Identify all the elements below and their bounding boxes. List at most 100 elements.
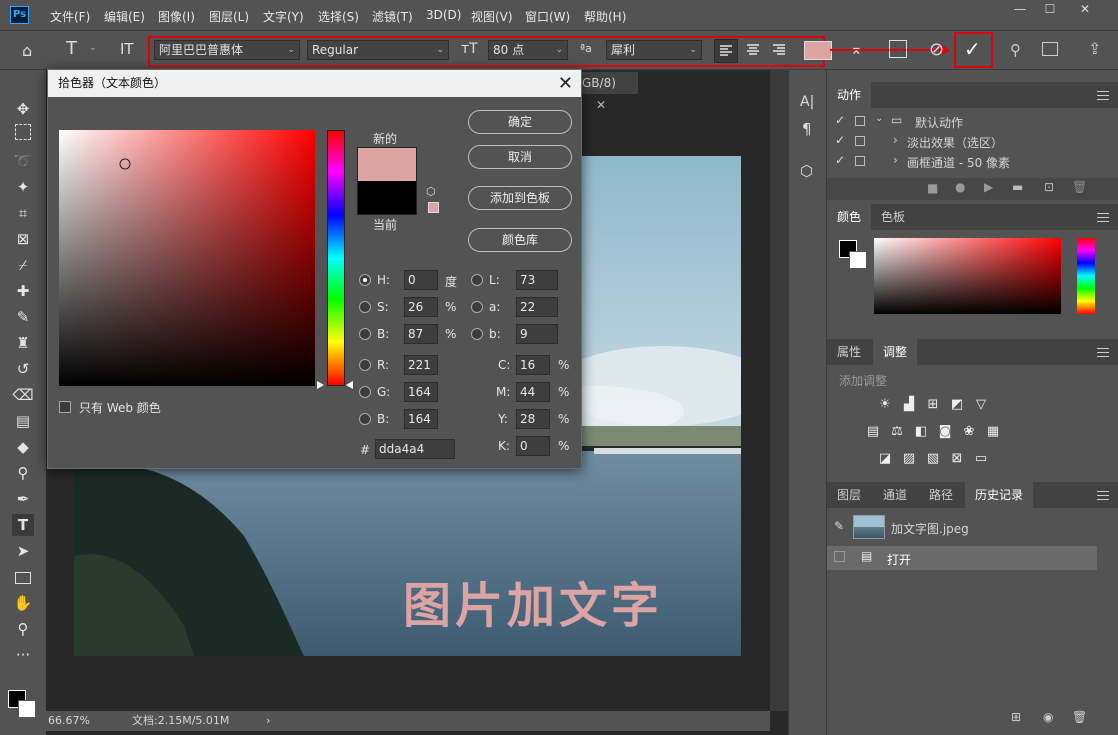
search-icon[interactable]: ⚲ bbox=[1010, 41, 1021, 59]
menu-edit[interactable]: 编辑(E) bbox=[104, 8, 145, 25]
tab-adjustments[interactable]: 调整 bbox=[873, 339, 918, 365]
menu-layer[interactable]: 图层(L) bbox=[209, 8, 249, 25]
channel-mixer-icon[interactable]: ❀ bbox=[961, 425, 977, 439]
check-icon[interactable]: ✓ bbox=[835, 113, 845, 127]
menu-image[interactable]: 图像(I) bbox=[158, 8, 195, 25]
photo-filter-icon[interactable]: ◙ bbox=[937, 425, 953, 439]
g-radio[interactable] bbox=[359, 386, 371, 398]
current-color-swatch[interactable] bbox=[357, 181, 417, 215]
document-tab[interactable]: GB/8) ✕ bbox=[578, 72, 638, 112]
color-lookup-icon[interactable]: ▦ bbox=[985, 425, 1001, 439]
dialog-toggle-icon[interactable] bbox=[855, 136, 865, 146]
menu-type[interactable]: 文字(Y) bbox=[263, 8, 304, 25]
zoom-tool-icon[interactable]: ⚲ bbox=[12, 618, 34, 640]
align-left-button[interactable] bbox=[714, 39, 738, 63]
font-family-select[interactable]: 阿里巴巴普惠体 ⌄ bbox=[154, 40, 300, 60]
actions-menu-icon[interactable] bbox=[1097, 91, 1109, 100]
rectangle-tool-icon[interactable] bbox=[15, 572, 31, 584]
dialog-toggle-icon[interactable] bbox=[855, 116, 865, 126]
c-field[interactable]: 16 bbox=[516, 355, 550, 375]
color-ramp[interactable] bbox=[874, 238, 1061, 314]
move-tool-icon[interactable]: ✥ bbox=[12, 98, 34, 120]
dialog-close-button[interactable]: ✕ bbox=[558, 70, 573, 97]
antialias-select[interactable]: 犀利 ⌄ bbox=[606, 40, 702, 60]
text-color-swatch[interactable] bbox=[804, 41, 832, 60]
tab-history[interactable]: 历史记录 bbox=[965, 482, 1034, 508]
g-field[interactable]: 164 bbox=[404, 382, 438, 402]
color-menu-icon[interactable] bbox=[1097, 213, 1109, 222]
invert-icon[interactable]: ◪ bbox=[877, 452, 893, 466]
tab-color[interactable]: 颜色 bbox=[827, 204, 872, 230]
r-field[interactable]: 221 bbox=[404, 355, 438, 375]
lab-b-field[interactable]: 9 bbox=[516, 324, 558, 344]
delete-state-icon[interactable]: 🗑 bbox=[1072, 710, 1087, 724]
stop-icon[interactable]: ■ bbox=[927, 181, 938, 195]
b-radio[interactable] bbox=[359, 328, 371, 340]
hue-slider-right-handle-icon[interactable] bbox=[346, 381, 353, 389]
blue-field[interactable]: 164 bbox=[404, 409, 438, 429]
color-balance-icon[interactable]: ⚖ bbox=[889, 425, 905, 439]
eyedropper-tool-icon[interactable]: ⌿ bbox=[12, 254, 34, 276]
workspace-icon[interactable] bbox=[1042, 42, 1058, 56]
menu-select[interactable]: 选择(S) bbox=[318, 8, 359, 25]
tab-channels[interactable]: 通道 bbox=[873, 482, 917, 508]
list-item[interactable]: ✓ ⌄ ▭ 默认动作 bbox=[827, 112, 1107, 131]
new-document-from-state-icon[interactable]: ⊞ bbox=[1011, 710, 1021, 724]
maximize-button[interactable]: ☐ bbox=[1035, 2, 1065, 20]
adjust-menu-icon[interactable] bbox=[1097, 348, 1109, 357]
m-field[interactable]: 44 bbox=[516, 382, 550, 402]
history-state[interactable]: ▤ 打开 bbox=[827, 546, 1097, 570]
healing-brush-icon[interactable]: ✚ bbox=[12, 280, 34, 302]
black-white-icon[interactable]: ◧ bbox=[913, 425, 929, 439]
ok-button[interactable]: 确定 bbox=[468, 110, 572, 134]
gradient-map-icon[interactable]: ▭ bbox=[973, 452, 989, 466]
levels-icon[interactable]: ▟ bbox=[901, 398, 917, 412]
panel-background-swatch[interactable] bbox=[849, 251, 867, 269]
threshold-icon[interactable]: ▧ bbox=[925, 452, 941, 466]
tab-swatches[interactable]: 色板 bbox=[871, 204, 915, 230]
hue-slider-left-handle-icon[interactable] bbox=[317, 381, 324, 389]
character-panel-icon[interactable] bbox=[889, 40, 907, 58]
list-item[interactable]: ✓ › 淡出效果（选区） bbox=[827, 132, 1107, 151]
share-icon[interactable]: ⇪ bbox=[1088, 39, 1101, 58]
hue-slider[interactable] bbox=[327, 130, 345, 386]
out-of-gamut-cube-icon[interactable]: ⬡ bbox=[426, 185, 436, 198]
hue-saturation-icon[interactable]: ▤ bbox=[865, 425, 881, 439]
stamp-tool-icon[interactable]: ♜ bbox=[12, 332, 34, 354]
3d-panel-button-icon[interactable]: ⬡ bbox=[800, 162, 813, 180]
selective-color-icon[interactable]: ⊠ bbox=[949, 452, 965, 466]
h-radio[interactable] bbox=[359, 274, 371, 286]
history-snapshot[interactable]: ✎ 加文字图.jpeg bbox=[827, 512, 1097, 544]
a-radio[interactable] bbox=[471, 301, 483, 313]
history-brush-checkbox[interactable] bbox=[834, 551, 845, 562]
play-icon[interactable]: ▶ bbox=[984, 180, 993, 194]
menu-window[interactable]: 窗口(W) bbox=[525, 8, 570, 25]
more-tools-icon[interactable]: ··· bbox=[12, 644, 34, 666]
s-field[interactable]: 26 bbox=[404, 297, 438, 317]
type-tool-icon[interactable]: T bbox=[66, 38, 77, 59]
dialog-toggle-icon[interactable] bbox=[855, 156, 865, 166]
pen-tool-icon[interactable]: ✒ bbox=[12, 488, 34, 510]
chevron-down-icon[interactable]: ⌄ bbox=[875, 113, 883, 124]
saturation-brightness-field[interactable] bbox=[59, 130, 315, 386]
gradient-tool-icon[interactable]: ▤ bbox=[12, 410, 34, 432]
check-icon[interactable]: ✓ bbox=[835, 153, 845, 167]
posterize-icon[interactable]: ▨ bbox=[901, 452, 917, 466]
record-icon[interactable]: ● bbox=[955, 180, 965, 194]
camera-icon[interactable]: ◉ bbox=[1043, 710, 1053, 724]
r-radio[interactable] bbox=[359, 359, 371, 371]
type-tool-button-icon[interactable]: T bbox=[12, 514, 34, 536]
b-field[interactable]: 87 bbox=[404, 324, 438, 344]
marquee-tool-icon[interactable] bbox=[15, 124, 31, 140]
font-size-select[interactable]: 80 点 ⌄ bbox=[488, 40, 568, 60]
l-radio[interactable] bbox=[471, 274, 483, 286]
vertical-scrollbar[interactable] bbox=[770, 70, 788, 711]
overlay-text-layer[interactable]: 图片加文字 bbox=[403, 566, 663, 636]
s-radio[interactable] bbox=[359, 301, 371, 313]
h-field[interactable]: 0 bbox=[404, 270, 438, 290]
menu-3d[interactable]: 3D(D) bbox=[426, 8, 461, 22]
add-to-swatches-button[interactable]: 添加到色板 bbox=[468, 186, 572, 210]
align-center-button[interactable] bbox=[742, 39, 766, 63]
history-brush-source-icon[interactable]: ✎ bbox=[834, 519, 844, 533]
character-panel-button-icon[interactable]: A| bbox=[800, 94, 814, 110]
